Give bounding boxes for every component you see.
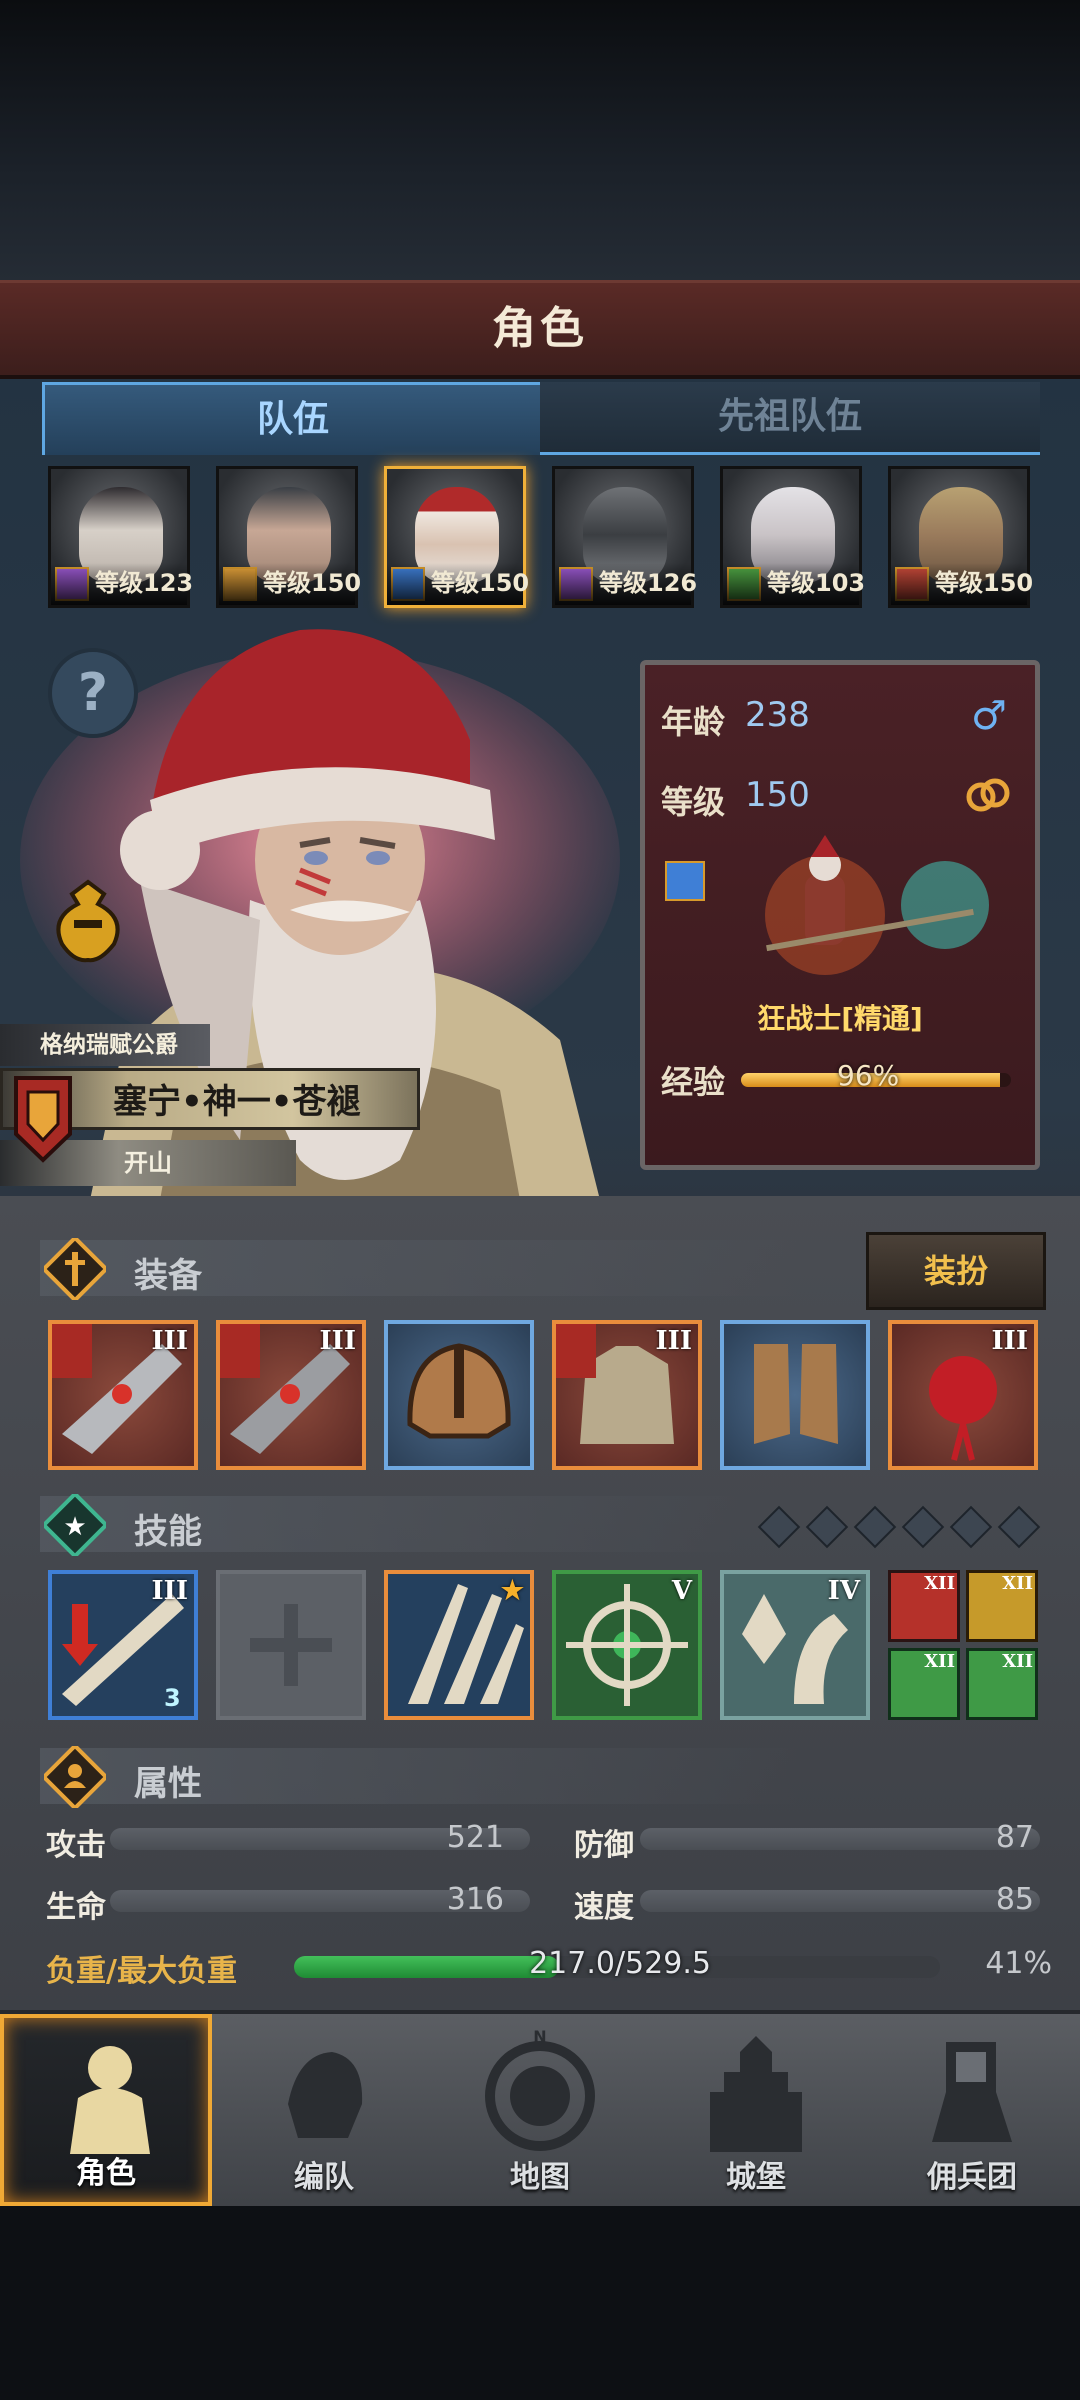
equip-slot-armor[interactable]: III	[552, 1320, 702, 1470]
attack-value: 521	[446, 1820, 504, 1855]
load-label: 负重/最大负重	[46, 1954, 237, 1989]
potion-icon[interactable]	[44, 876, 132, 964]
hero-level: 等级150	[387, 563, 529, 605]
person-section-icon	[41, 1743, 109, 1811]
age-label: 年龄	[661, 703, 726, 741]
level-label: 等级	[661, 783, 726, 821]
nav-label: 地图	[510, 2160, 570, 2195]
rings-icon	[963, 775, 1011, 815]
skills-label: 技能	[134, 1512, 202, 1552]
svg-text:★: ★	[63, 1512, 86, 1542]
attributes-label: 属性	[134, 1764, 202, 1804]
tab-team[interactable]: 队伍	[42, 382, 544, 455]
defense-value: 87	[995, 1820, 1034, 1855]
hero-level: 等级103	[723, 563, 865, 605]
equip-badge-icon	[220, 1324, 260, 1378]
speed-value: 85	[995, 1882, 1034, 1917]
equipment-label: 装备	[134, 1256, 202, 1296]
exp-label: 经验	[661, 1063, 726, 1101]
class-sword-icon	[665, 861, 705, 901]
equip-rank: III	[991, 1326, 1029, 1356]
hero-level: 等级123	[51, 563, 193, 605]
skill-charge-badge: 3	[164, 1684, 181, 1712]
nav-label: 编队	[294, 2160, 354, 2195]
equip-slot-weapon[interactable]: III	[48, 1320, 198, 1470]
nav-label: 角色	[76, 2156, 136, 2191]
nav-mercenary[interactable]: 佣兵团	[866, 2014, 1078, 2206]
shield-emblem-icon	[12, 1074, 74, 1164]
top-status-area	[0, 0, 1080, 280]
equip-slot-accessory[interactable]: III	[888, 1320, 1038, 1470]
load-percent: 41%	[985, 1946, 1052, 1981]
hero-portrait[interactable]: 等级123	[48, 466, 193, 608]
equip-slot-helmet[interactable]	[384, 1320, 534, 1470]
equip-badge-icon	[556, 1324, 596, 1378]
svg-text:N: N	[533, 2028, 546, 2046]
passive-skill-target[interactable]: XII	[888, 1648, 960, 1720]
hero-portrait[interactable]: 等级126	[552, 466, 697, 608]
page-title: 角色	[492, 303, 588, 354]
skill-rank: ★	[500, 1576, 524, 1606]
hp-value: 316	[446, 1882, 504, 1917]
hp-label: 生命	[46, 1890, 106, 1925]
hero-portrait[interactable]: 等级150	[216, 466, 361, 608]
sword-section-icon	[41, 1235, 109, 1303]
hero-portrait-selected[interactable]: 等级150	[384, 466, 529, 608]
nav-label: 城堡	[726, 2160, 786, 2195]
nav-label: 佣兵团	[927, 2160, 1017, 2195]
passive-rank: XII	[1002, 1573, 1033, 1594]
equip-badge-icon	[52, 1324, 92, 1378]
exp-percent: 96%	[837, 1059, 900, 1092]
nav-formation[interactable]: 编队	[218, 2014, 430, 2206]
skill-rank: V	[671, 1576, 692, 1606]
speed-label: 速度	[574, 1890, 634, 1925]
title-bar: 角色	[0, 280, 1080, 379]
dress-up-button[interactable]: 装扮	[866, 1232, 1046, 1310]
attack-label: 攻击	[46, 1828, 106, 1863]
job-figure	[745, 835, 1005, 1005]
nav-castle[interactable]: 城堡	[650, 2014, 862, 2206]
noble-title: 格纳瑞赋公爵	[0, 1024, 210, 1066]
job-name: 狂战士[精通]	[757, 1002, 923, 1035]
character-info-card: 年龄 238 ♂ 等级 150 狂战士[精通] 经验 96%	[640, 660, 1040, 1170]
skill-slot-claw-strike[interactable]: ★	[384, 1570, 534, 1720]
nav-character[interactable]: 角色	[0, 2014, 212, 2206]
equip-rank: III	[151, 1326, 189, 1356]
skill-rank: III	[151, 1576, 189, 1606]
hero-portrait[interactable]: 等级150	[888, 466, 1033, 608]
passive-skill-sword[interactable]: XII	[888, 1570, 960, 1642]
help-button[interactable]: ?	[48, 648, 138, 738]
skill-rank: IV	[827, 1576, 860, 1606]
level-value: 150	[745, 775, 810, 815]
nav-map[interactable]: N 地图	[434, 2014, 646, 2206]
equip-slot-offhand[interactable]: III	[216, 1320, 366, 1470]
defense-label: 防御	[574, 1828, 634, 1863]
equip-slot-boots[interactable]	[720, 1320, 870, 1470]
passive-rank: XII	[1002, 1651, 1033, 1672]
male-icon: ♂	[971, 693, 1007, 739]
hero-level: 等级150	[891, 563, 1033, 605]
hero-level: 等级126	[555, 563, 697, 605]
hero-portrait[interactable]: 等级103	[720, 466, 865, 608]
skill-slot-target-lock[interactable]: V	[552, 1570, 702, 1720]
equip-rank: III	[655, 1326, 693, 1356]
passive-rank: XII	[924, 1651, 955, 1672]
bottom-system-area	[0, 2206, 1080, 2400]
empty-skill-slot[interactable]	[216, 1570, 366, 1720]
equip-rank: III	[319, 1326, 357, 1356]
hero-level: 等级150	[219, 563, 361, 605]
skill-slot-sword-debuff[interactable]: III 3	[48, 1570, 198, 1720]
passive-rank: XII	[924, 1573, 955, 1594]
passive-skill-gauntlet[interactable]: XII	[966, 1570, 1038, 1642]
passive-skill-burst[interactable]: XII	[966, 1648, 1038, 1720]
skill-slot-crystal-arm[interactable]: IV	[720, 1570, 870, 1720]
age-value: 238	[745, 695, 810, 735]
tab-ancestor-team[interactable]: 先祖队伍	[540, 382, 1040, 455]
load-value: 217.0/529.5	[529, 1946, 711, 1981]
star-section-icon: ★	[41, 1491, 109, 1559]
